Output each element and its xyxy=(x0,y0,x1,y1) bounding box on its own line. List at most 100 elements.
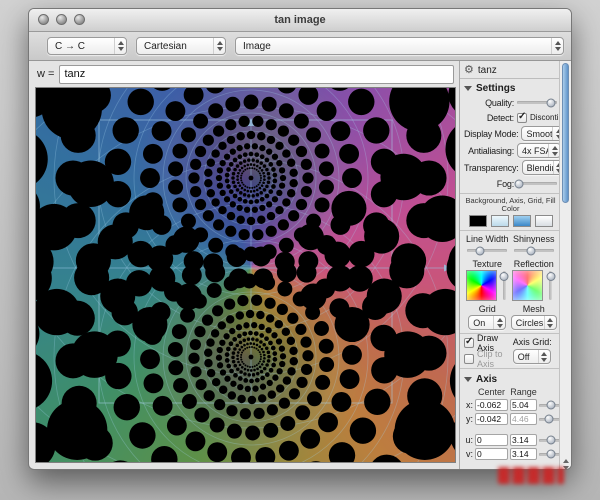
axis-y-center-input[interactable] xyxy=(475,413,508,425)
slider-thumb[interactable] xyxy=(546,436,555,445)
minimize-button[interactable] xyxy=(56,14,67,25)
panel-scrollbar[interactable] xyxy=(559,61,571,470)
popup-arrows-icon xyxy=(538,350,550,363)
center-header: Center xyxy=(475,387,508,397)
antialiasing-popup[interactable]: 4x FSAA xyxy=(517,143,561,158)
grid-color-swatch[interactable] xyxy=(513,215,531,227)
quality-slider[interactable] xyxy=(517,97,557,108)
slider-thumb[interactable] xyxy=(526,246,535,255)
detect-row: Detect: ✓ Discontinuities xyxy=(464,111,557,124)
formula-input[interactable] xyxy=(59,65,454,84)
antialiasing-label: Antialiasing: xyxy=(464,146,514,156)
close-button[interactable] xyxy=(38,14,49,25)
axis-y-label: y: xyxy=(464,414,473,424)
grid-label: Grid xyxy=(479,304,496,314)
coordinates-popup-label: Cartesian xyxy=(137,41,213,52)
settings-section-header[interactable]: Settings xyxy=(464,81,557,96)
coordinates-popup[interactable]: Cartesian xyxy=(136,37,226,55)
object-row[interactable]: ⚙ tanz xyxy=(460,62,571,79)
reflection-label: Reflection xyxy=(514,259,554,269)
axis-x-range-input[interactable] xyxy=(510,399,537,411)
axis-v-center-input[interactable] xyxy=(475,448,508,460)
mapping-popup-label: C → C xyxy=(48,41,114,52)
slider-thumb[interactable] xyxy=(546,98,555,107)
axis-color-swatch[interactable] xyxy=(491,215,509,227)
zoom-button[interactable] xyxy=(74,14,85,25)
axis-x-center-input[interactable] xyxy=(475,399,508,411)
texture-slider[interactable] xyxy=(500,270,509,301)
antialiasing-value: 4x FSAA xyxy=(518,146,548,156)
slider-thumb[interactable] xyxy=(476,246,485,255)
range-header: Range xyxy=(510,387,537,397)
axis-u-range-input[interactable] xyxy=(510,434,537,446)
line-width-slider[interactable] xyxy=(467,245,507,256)
popup-arrows-icon xyxy=(544,316,556,329)
axis-grid-value: Off xyxy=(514,352,538,362)
slider-thumb[interactable] xyxy=(500,272,509,281)
transparency-label: Transparency: xyxy=(464,163,519,173)
axis-section-header[interactable]: Axis xyxy=(464,372,557,387)
quality-row: Quality: xyxy=(464,96,557,109)
axis-x-label: x: xyxy=(464,400,473,410)
shinyness-label: Shinyness xyxy=(513,234,555,244)
texture-label: Texture xyxy=(472,259,502,269)
fog-slider[interactable] xyxy=(517,178,557,189)
axis-grid-popup[interactable]: Off xyxy=(513,349,551,364)
transparency-value: Blending xyxy=(523,163,553,173)
axis-v-label: v: xyxy=(464,449,473,459)
popup-arrows-icon xyxy=(551,38,563,54)
mesh-value: Circles xyxy=(512,318,544,328)
window-title: tan image xyxy=(274,14,325,26)
axis-grid-label: Axis Grid: xyxy=(513,337,552,347)
display-type-popup[interactable]: Image xyxy=(235,37,564,55)
scrollbar-thumb[interactable] xyxy=(562,63,569,203)
reflection-picker[interactable] xyxy=(512,270,543,301)
slider-thumb[interactable] xyxy=(546,450,555,459)
texture-picker[interactable] xyxy=(466,270,497,301)
divider xyxy=(460,230,571,231)
reflection-slider[interactable] xyxy=(546,270,555,301)
watermark xyxy=(498,467,564,484)
shinyness-slider[interactable] xyxy=(514,245,554,256)
toolbar: C → C Cartesian Image xyxy=(29,32,571,61)
display-mode-label: Display Mode: xyxy=(464,129,518,139)
axis-u-label: u: xyxy=(464,435,473,445)
settings-panel: ⚙ tanz Settings Quality: Detect: ✓ Disco… xyxy=(459,61,571,470)
object-name: tanz xyxy=(478,65,497,76)
slider-thumb[interactable] xyxy=(546,272,555,281)
disclosure-triangle-icon xyxy=(464,86,472,91)
slider-thumb[interactable] xyxy=(546,401,555,410)
draw-axis-checkbox[interactable]: ✓ xyxy=(464,338,474,348)
slider-thumb[interactable] xyxy=(545,415,554,424)
plot-canvas[interactable] xyxy=(35,87,456,463)
axis-u-center-input[interactable] xyxy=(475,434,508,446)
app-window: tan image C → C Cartesian Image w = xyxy=(28,8,572,470)
mesh-popup[interactable]: Circles xyxy=(511,315,557,330)
mapping-popup[interactable]: C → C xyxy=(47,37,127,55)
background-color-swatch[interactable] xyxy=(469,215,487,227)
fog-label: Fog: xyxy=(464,179,514,189)
line-width-label: Line Width xyxy=(466,234,509,244)
fog-row: Fog: xyxy=(464,177,557,190)
scroll-up-icon[interactable] xyxy=(563,459,569,463)
slider-thumb[interactable] xyxy=(515,179,524,188)
grid-mesh-labels: Grid Mesh xyxy=(464,304,557,314)
checkmark-icon: ✓ xyxy=(518,111,526,122)
axis-y-range-input[interactable] xyxy=(510,413,537,425)
clip-to-axis-checkbox[interactable] xyxy=(464,354,474,364)
tan-plot-overlay xyxy=(36,88,455,462)
settings-section-title: Settings xyxy=(476,83,515,94)
axis-table: Center Range x: y: u: xyxy=(464,387,557,460)
fill-color-swatch[interactable] xyxy=(535,215,553,227)
axis-section-title: Axis xyxy=(476,374,497,385)
display-mode-row: Display Mode: Smooth xyxy=(464,126,557,141)
checkmark-icon: ✓ xyxy=(465,336,473,347)
gear-icon: ⚙ xyxy=(464,65,474,75)
detect-label: Detect: xyxy=(464,113,514,123)
grid-popup[interactable]: On xyxy=(468,315,506,330)
title-bar[interactable]: tan image xyxy=(29,9,571,32)
grid-value: On xyxy=(469,318,493,328)
discontinuities-checkbox[interactable]: ✓ xyxy=(517,113,527,123)
popup-arrows-icon xyxy=(114,38,126,54)
axis-v-range-input[interactable] xyxy=(510,448,537,460)
